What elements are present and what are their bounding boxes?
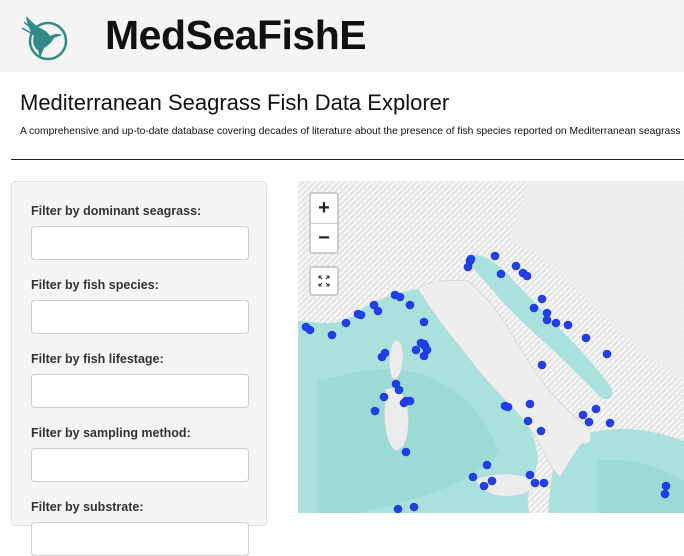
filter-label: Filter by dominant seagrass: bbox=[31, 204, 202, 218]
fullscreen-button[interactable] bbox=[309, 266, 339, 296]
header-divider bbox=[11, 159, 684, 160]
filter-label: Filter by fish species: bbox=[31, 278, 159, 292]
zoom-in-button[interactable]: + bbox=[311, 194, 337, 223]
filter-label: Filter by fish lifestage: bbox=[31, 352, 164, 366]
fish-species-select[interactable] bbox=[31, 300, 249, 334]
filter-label: Filter by substrate: bbox=[31, 500, 144, 514]
substrate-select[interactable] bbox=[31, 522, 249, 556]
sampling-method-select[interactable] bbox=[31, 448, 249, 482]
fullscreen-icon bbox=[318, 275, 330, 287]
zoom-out-button[interactable]: − bbox=[311, 223, 337, 252]
filter-panel: Filter by dominant seagrass: Filter by f… bbox=[11, 181, 267, 556]
filter-sampling-method: Filter by sampling method: bbox=[31, 426, 249, 482]
filter-substrate: Filter by substrate: bbox=[31, 500, 249, 556]
map-basemap bbox=[298, 181, 684, 513]
filter-fish-lifestage: Filter by fish lifestage: bbox=[31, 352, 249, 408]
filter-dominant-seagrass: Filter by dominant seagrass: bbox=[31, 204, 249, 260]
filter-fish-species: Filter by fish species: bbox=[31, 278, 249, 334]
fish-lifestage-select[interactable] bbox=[31, 374, 249, 408]
page-description: A comprehensive and up-to-date database … bbox=[20, 126, 684, 137]
bird-logo-icon bbox=[18, 8, 72, 64]
dominant-seagrass-select[interactable] bbox=[31, 226, 249, 260]
filter-label: Filter by sampling method: bbox=[31, 426, 191, 440]
zoom-control: + − bbox=[309, 192, 339, 254]
page-subtitle: Mediterranean Seagrass Fish Data Explore… bbox=[20, 90, 450, 115]
app-title: MedSeaFishE bbox=[105, 12, 367, 58]
map-view[interactable]: + − bbox=[298, 181, 684, 513]
